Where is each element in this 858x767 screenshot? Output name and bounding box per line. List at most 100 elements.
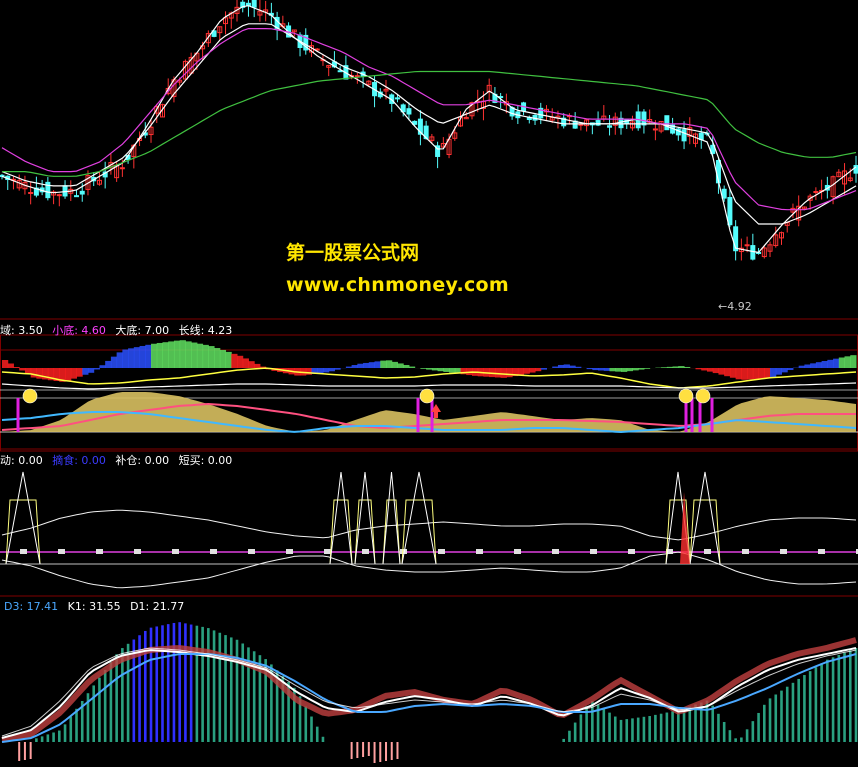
ribbon-bar (242, 358, 249, 368)
panel3-dot (780, 549, 787, 554)
panel3-spike (5, 499, 41, 565)
ribbon-bar (718, 368, 725, 375)
histogram-bar (115, 654, 118, 742)
histogram-bar (35, 738, 38, 742)
histogram-bar (46, 734, 50, 742)
panel2-label: 小底: 4.60 (52, 324, 106, 337)
histogram-bar (780, 690, 783, 742)
candle-body (56, 194, 62, 197)
panel4-legend: D3: 17.41 K1: 31.55 D1: 21.77 (4, 600, 190, 613)
candle-body (394, 97, 400, 100)
ribbon-bar (701, 368, 708, 371)
candle-body (641, 111, 647, 126)
histogram-bar (728, 730, 732, 742)
histogram-bar (688, 706, 692, 742)
ribbon-bar (368, 362, 376, 368)
ribbon-bar (563, 364, 570, 368)
ribbon-bar (661, 367, 668, 368)
ribbon-bar (351, 365, 358, 368)
panel3-label: 补仓: 0.00 (115, 454, 170, 467)
ribbon-bar (357, 363, 364, 368)
ribbon-bar (168, 341, 175, 368)
histogram-neg-bar (367, 742, 370, 756)
histogram-bar (619, 719, 623, 742)
ribbon-bar (810, 363, 817, 368)
ribbon-bar (82, 368, 89, 375)
histogram-neg-bar (362, 742, 365, 757)
histogram-bar (631, 718, 634, 742)
indicator-panel-2 (0, 334, 858, 452)
candle-body (607, 125, 613, 128)
indicator-panel-4 (1, 622, 858, 763)
panel3-label: 短买: 0.00 (178, 454, 233, 467)
histogram-bar (785, 686, 789, 742)
signal-bar (416, 398, 420, 432)
histogram-bar (608, 712, 611, 742)
ribbon-bar (741, 368, 748, 380)
ribbon-bar (65, 368, 72, 381)
ribbon-bar (231, 353, 238, 368)
ribbon-bar (443, 368, 450, 372)
ribbon-bar (621, 368, 628, 372)
histogram-neg-bar (23, 742, 26, 760)
ribbon-bar (615, 368, 622, 372)
panel3-spike (401, 499, 437, 565)
ribbon-bar (236, 355, 244, 368)
ribbon-bar (322, 368, 330, 373)
histogram-bar (768, 698, 772, 742)
histogram-bar (310, 716, 313, 742)
histogram-neg-bar (390, 742, 393, 760)
histogram-neg-bar (373, 742, 376, 763)
histogram-bar (808, 671, 812, 742)
histogram-bar (803, 675, 806, 742)
histogram-bar (745, 729, 749, 742)
panel3-dot (210, 549, 217, 554)
histogram-bar (184, 623, 187, 742)
histogram-bar (143, 630, 147, 742)
panel4-label: D1: 21.77 (130, 600, 185, 613)
histogram-bar (149, 627, 153, 742)
panel3-dot (172, 549, 179, 554)
ribbon-bar (850, 355, 857, 368)
ribbon-bar (729, 368, 737, 378)
low-price-label: ←4.92 (718, 300, 752, 313)
ribbon-bar (13, 367, 20, 368)
histogram-bar (654, 714, 657, 742)
candle-body (813, 191, 819, 194)
panel3-dot (704, 549, 711, 554)
ribbon-bar (196, 343, 204, 368)
indicator-panel-3 (0, 471, 858, 597)
panel2-label: 大底: 7.00 (115, 324, 170, 337)
ribbon-bar (70, 368, 78, 379)
ribbon-bar (500, 368, 507, 378)
signal-bar (710, 398, 714, 432)
ribbon-bar (2, 360, 9, 368)
signal-bar (698, 398, 702, 432)
candle-body (721, 188, 727, 199)
histogram-bar (178, 622, 181, 742)
histogram-bar (648, 716, 651, 742)
histogram-bar (636, 717, 640, 742)
ribbon-bar (426, 368, 433, 370)
ribbon-bar (386, 360, 393, 368)
ribbon-bar (827, 359, 834, 368)
histogram-bar (682, 708, 686, 742)
histogram-bar (854, 648, 858, 742)
ribbon-bar (747, 368, 754, 380)
ribbon-bar (122, 349, 129, 368)
histogram-bar (820, 663, 823, 742)
histogram-bar (831, 657, 835, 742)
panel3-label: 摘食: 0.00 (52, 454, 106, 467)
ribbon-bar (609, 368, 616, 372)
ribbon-bar (821, 361, 828, 368)
chart-canvas (0, 0, 858, 763)
histogram-bar (315, 726, 319, 742)
candle-body (251, 0, 257, 8)
ribbon-bar (684, 366, 691, 368)
panel3-peak (401, 471, 437, 565)
histogram-bar (75, 708, 78, 742)
ribbon-bar (775, 368, 782, 375)
ribbon-bar (638, 368, 645, 370)
ribbon-bar (328, 368, 335, 372)
smiley-icon (695, 388, 711, 404)
